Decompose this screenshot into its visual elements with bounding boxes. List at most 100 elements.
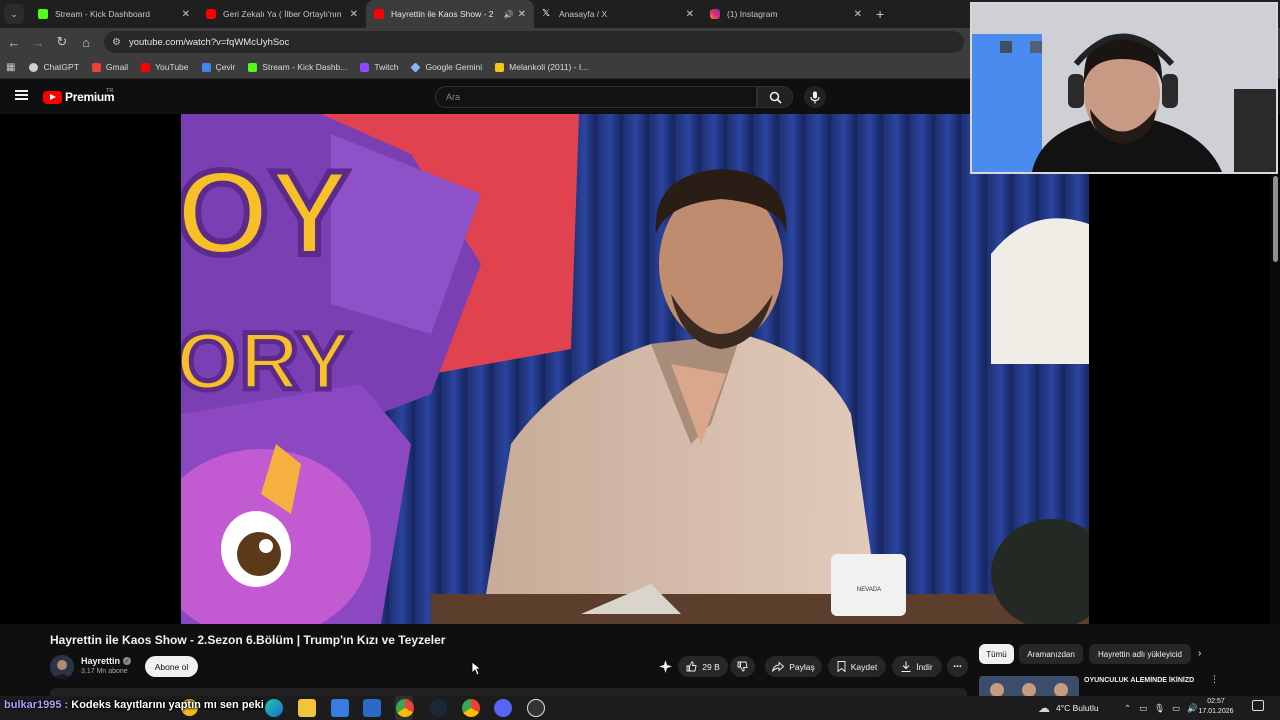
menu-icon[interactable] xyxy=(15,90,28,100)
edge-icon[interactable] xyxy=(265,699,283,717)
bookmark-imdb[interactable]: Melankoli (2011) - I... xyxy=(495,62,588,72)
save-button[interactable]: Kaydet xyxy=(828,656,886,677)
bookmark-twitch[interactable]: Twitch xyxy=(360,62,398,72)
bookmark-label: YouTube xyxy=(155,62,189,72)
cloud-icon: ☁ xyxy=(1038,701,1050,715)
home-icon[interactable]: ⌂ xyxy=(74,30,98,54)
search-placeholder: Ara xyxy=(446,92,461,102)
search-button[interactable] xyxy=(757,86,793,108)
share-icon xyxy=(772,661,785,672)
monitor-icon[interactable]: ▭ xyxy=(1139,703,1147,714)
subscribe-button[interactable]: Abone ol xyxy=(145,656,198,677)
tab-youtube-ilber[interactable]: Geri Zekalı Ya ( İlber Ortaylı'nın ✕ xyxy=(198,0,366,28)
recommendation-thumbnail[interactable] xyxy=(979,676,1079,696)
tab-instagram[interactable]: (1) Instagram ✕ xyxy=(702,0,870,28)
mail-icon[interactable] xyxy=(363,699,381,717)
webcam-image xyxy=(972,4,1276,172)
more-actions-button[interactable]: ⋯ xyxy=(947,656,968,677)
channel-avatar[interactable] xyxy=(50,655,74,679)
channel-name[interactable]: Hayrettin xyxy=(81,656,120,666)
bookmark-label: Twitch xyxy=(374,62,399,72)
subscriber-count: 3,17 Mn abone xyxy=(81,668,128,675)
youtube-icon xyxy=(374,9,384,19)
close-icon[interactable]: ✕ xyxy=(854,9,862,20)
video-player[interactable]: OY ORY NEVADA xyxy=(181,114,1089,624)
youtube-logo[interactable]: Premium xyxy=(43,90,115,104)
tab-youtube-kaos-show[interactable]: Hayrettin ile Kaos Show - 2 🔊 ✕ xyxy=(366,0,534,28)
thumbs-up-icon xyxy=(686,661,697,672)
bookmark-label: Çevir xyxy=(215,62,236,72)
notification-icon[interactable] xyxy=(1252,700,1264,711)
site-info-icon[interactable]: ⚙ xyxy=(112,37,121,48)
twitch-icon xyxy=(360,62,370,72)
bookmark-youtube[interactable]: YouTube xyxy=(141,62,189,72)
reload-icon[interactable]: ↻ xyxy=(50,30,74,54)
speaker-icon[interactable]: 🔊 xyxy=(504,10,514,19)
bookmark-chatgpt[interactable]: ChatGPT xyxy=(29,62,79,72)
dislike-button[interactable] xyxy=(730,656,755,677)
chip-from-search[interactable]: Aramanızdan xyxy=(1019,644,1083,664)
poster-text-bottom: ORY xyxy=(181,316,351,407)
close-icon[interactable]: ✕ xyxy=(686,9,694,20)
bookmark-gemini[interactable]: Google Gemini xyxy=(410,61,482,73)
tab-x-home[interactable]: 𝕏 Anasayfa / X ✕ xyxy=(534,0,702,28)
bookmark-label: Melankoli (2011) - I... xyxy=(509,62,589,72)
page-scrollbar-thumb[interactable] xyxy=(1273,176,1278,262)
country-code: TR xyxy=(106,88,114,94)
imdb-icon xyxy=(495,62,505,72)
chip-from-uploader[interactable]: Hayrettin adlı yükleyicid xyxy=(1089,644,1191,664)
bookmark-label: Gmail xyxy=(105,62,129,72)
chrome-icon[interactable] xyxy=(396,699,414,717)
weather-widget[interactable]: ☁ 4°C Bulutlu xyxy=(1038,696,1099,720)
close-icon[interactable]: ✕ xyxy=(182,9,190,20)
microphone-icon[interactable]: 🎙 xyxy=(1154,703,1165,714)
bookmark-translate[interactable]: Çevir xyxy=(201,62,236,72)
download-label: İndir xyxy=(916,661,933,672)
steam-icon[interactable] xyxy=(429,699,447,717)
mug-text: NEVADA xyxy=(857,587,881,593)
tab-search-button[interactable]: ⌄ xyxy=(4,4,24,24)
search-input[interactable]: Ara xyxy=(435,86,757,108)
system-tray: ⌃ ▭ 🎙 ▭ 🔊 xyxy=(1124,696,1198,720)
recommendation-title[interactable]: OYUNCULUK ALEMİNDE İKİNİZDEN DE ESKİYİMD… xyxy=(1084,676,1194,686)
chip-all[interactable]: Tümü xyxy=(979,644,1014,664)
tab-title: (1) Instagram xyxy=(727,9,778,19)
download-icon xyxy=(901,661,911,672)
voice-search-button[interactable] xyxy=(804,86,826,108)
bookmark-gmail[interactable]: Gmail xyxy=(91,62,129,72)
forward-arrow-icon[interactable]: → xyxy=(26,30,50,54)
chevron-up-icon[interactable]: ⌃ xyxy=(1124,703,1131,714)
more-horizontal-icon: ⋯ xyxy=(953,661,962,671)
poster-text-top: OY xyxy=(181,146,349,280)
new-tab-button[interactable]: + xyxy=(876,6,884,22)
kick-icon xyxy=(38,9,48,19)
apps-grid-icon[interactable]: ▦ xyxy=(6,62,15,73)
chevron-right-icon[interactable]: › xyxy=(1198,648,1201,659)
tab-kick-dashboard[interactable]: Stream - Kick Dashboard ✕ xyxy=(30,0,198,28)
close-icon[interactable]: ✕ xyxy=(518,9,526,20)
discord-icon[interactable] xyxy=(494,699,512,717)
close-icon[interactable]: ✕ xyxy=(350,9,358,20)
bookmark-kick[interactable]: Stream - Kick Dashb... xyxy=(248,62,347,72)
weather-text: 4°C Bulutlu xyxy=(1056,703,1099,713)
network-icon[interactable]: ▭ xyxy=(1172,703,1180,714)
share-label: Paylaş xyxy=(789,661,815,672)
video-title: Hayrettin ile Kaos Show - 2.Sezon 6.Bölü… xyxy=(50,633,446,647)
back-arrow-icon[interactable]: ← xyxy=(2,30,26,54)
chrome-profile-icon[interactable] xyxy=(462,699,480,717)
share-button[interactable]: Paylaş xyxy=(765,656,822,677)
more-vertical-icon[interactable]: ⋮ xyxy=(1210,674,1219,685)
youtube-masthead: Premium TR Ara xyxy=(0,80,968,114)
youtube-play-icon xyxy=(43,90,62,104)
taskbar-clock[interactable]: 02:57 17.01.2026 xyxy=(1196,697,1236,717)
description-box[interactable] xyxy=(50,688,967,696)
store-icon[interactable] xyxy=(331,699,349,717)
obs-icon[interactable] xyxy=(527,699,545,717)
file-explorer-icon[interactable] xyxy=(298,699,316,717)
download-button[interactable]: İndir xyxy=(892,656,942,677)
address-bar[interactable]: ⚙ youtube.com/watch?v=fqWMcUyhSoc xyxy=(104,31,964,53)
ask-sparkle-icon[interactable] xyxy=(659,660,672,673)
like-button[interactable]: 29 B xyxy=(678,656,728,677)
clock-time: 02:57 xyxy=(1207,698,1225,705)
x-icon: 𝕏 xyxy=(542,8,551,19)
